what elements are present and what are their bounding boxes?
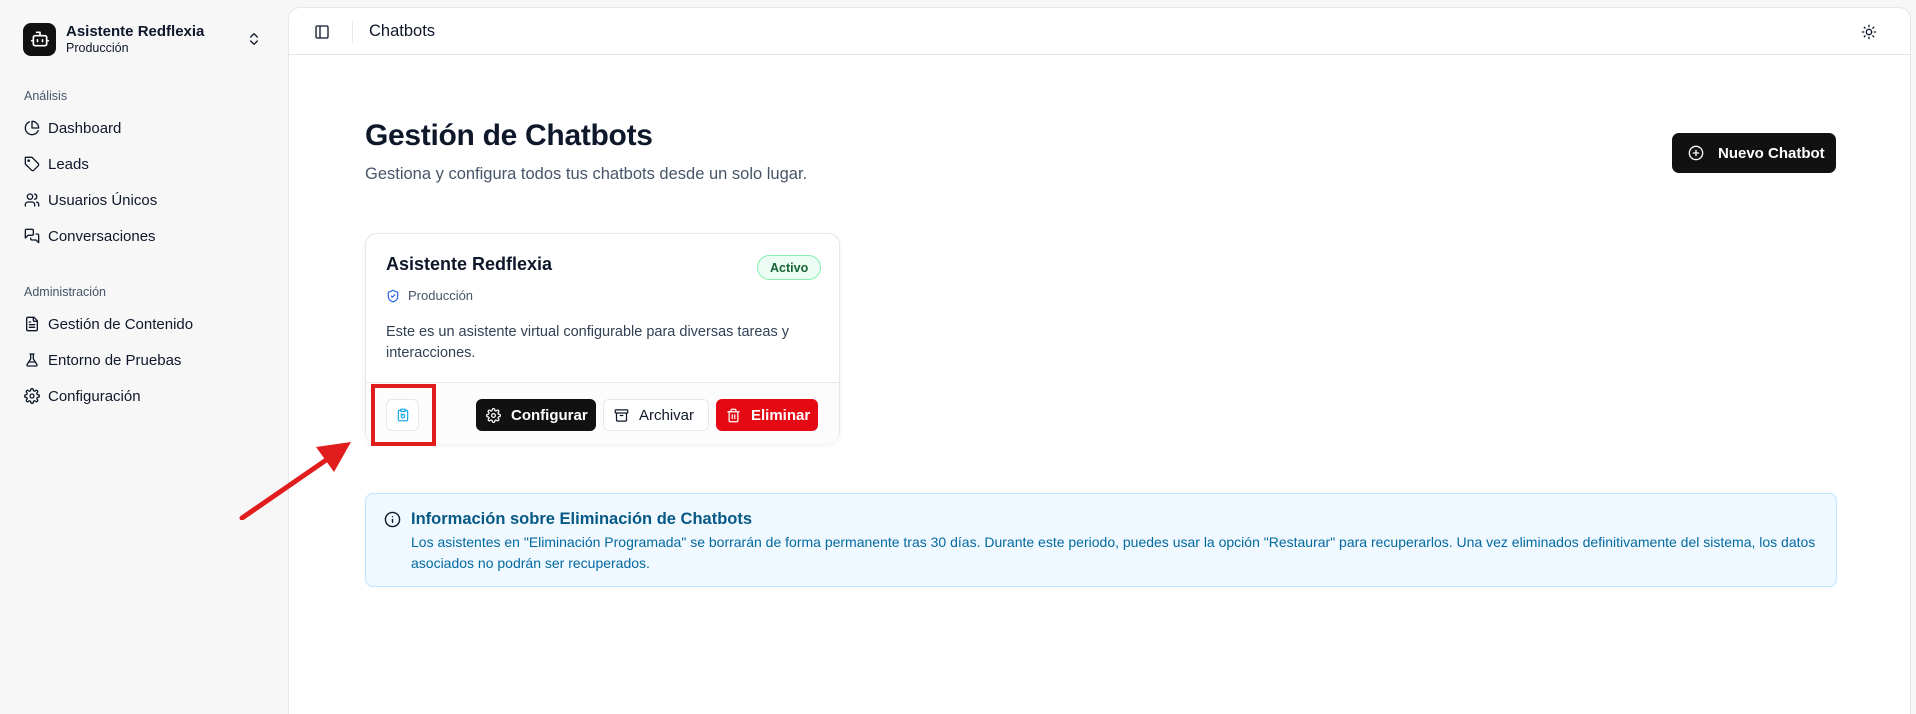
page-title: Gestión de Chatbots: [365, 119, 653, 152]
sidebar-item-label: Leads: [48, 155, 89, 173]
sidebar-item-usuarios[interactable]: Usuarios Únicos: [16, 184, 272, 216]
page-subtitle: Gestiona y configura todos tus chatbots …: [365, 165, 808, 183]
configure-label: Configurar: [511, 406, 588, 424]
chatbot-card: Asistente Redflexia Activo Producción Es…: [365, 233, 840, 446]
sidebar-item-conversaciones[interactable]: Conversaciones: [16, 220, 272, 252]
plus-circle-icon: [1688, 145, 1704, 161]
sidebar-item-pruebas[interactable]: Entorno de Pruebas: [16, 344, 272, 376]
sidebar-item-label: Configuración: [48, 387, 141, 405]
sidebar: Asistente Redflexia Producción Análisis …: [0, 0, 288, 714]
main-panel: Chatbots Gestión de Chatbots Gestiona y …: [288, 7, 1911, 714]
chatbot-description: Este es un asistente virtual configurabl…: [386, 324, 789, 361]
restore-button[interactable]: [386, 399, 419, 431]
workspace-env: Producción: [66, 40, 129, 55]
delete-button[interactable]: Eliminar: [716, 399, 818, 431]
topbar-divider: [352, 21, 353, 43]
deletion-info-alert: Información sobre Eliminación de Chatbot…: [365, 493, 1837, 587]
trash-icon: [726, 408, 741, 423]
sidebar-item-label: Conversaciones: [48, 227, 156, 245]
messages-icon: [24, 228, 40, 244]
archive-icon: [614, 408, 629, 423]
card-actions: Configurar Archivar Eliminar: [366, 382, 839, 446]
new-chatbot-button[interactable]: Nuevo Chatbot: [1672, 133, 1836, 173]
sidebar-item-label: Gestión de Contenido: [48, 315, 194, 333]
flask-icon: [24, 352, 40, 368]
info-title: Información sobre Eliminación de Chatbot…: [411, 510, 753, 528]
sidebar-item-label: Dashboard: [48, 119, 122, 137]
clipboard-restore-icon: [396, 408, 410, 422]
sidebar-item-label: Usuarios Únicos: [48, 191, 158, 209]
workspace-name: Asistente Redflexia: [66, 22, 205, 40]
new-chatbot-label: Nuevo Chatbot: [1718, 144, 1825, 162]
gear-icon: [486, 407, 501, 423]
bot-icon: [23, 22, 56, 56]
chatbot-name: Asistente Redflexia: [386, 254, 553, 274]
configure-button[interactable]: Configurar: [476, 399, 596, 431]
delete-label: Eliminar: [751, 406, 811, 424]
archive-label: Archivar: [639, 406, 695, 424]
sidebar-item-contenido[interactable]: Gestión de Contenido: [16, 308, 272, 340]
pie-chart-icon: [24, 120, 40, 136]
status-badge: Activo: [757, 255, 822, 280]
users-icon: [24, 192, 40, 208]
chatbot-env: Producción: [408, 288, 474, 303]
nav-group-analisis: Análisis: [24, 89, 68, 103]
sidebar-item-dashboard[interactable]: Dashboard: [16, 112, 272, 144]
shield-check-icon: [386, 289, 400, 303]
panel-left-icon[interactable]: [311, 21, 333, 43]
nav-group-administracion: Administración: [24, 285, 106, 299]
chevrons-up-down-icon: [246, 31, 262, 47]
info-icon: [384, 511, 401, 528]
gear-icon: [24, 388, 40, 404]
archive-button[interactable]: Archivar: [603, 399, 709, 431]
file-text-icon: [24, 316, 40, 332]
sun-icon[interactable]: [1858, 21, 1880, 43]
environment-row: Producción: [386, 288, 473, 303]
breadcrumb-title: Chatbots: [369, 22, 436, 40]
sidebar-item-leads[interactable]: Leads: [16, 148, 272, 180]
sidebar-item-label: Entorno de Pruebas: [48, 351, 182, 369]
sidebar-item-configuracion[interactable]: Configuración: [16, 380, 272, 412]
topbar: Chatbots: [289, 8, 1910, 55]
tag-icon: [24, 156, 40, 172]
workspace-switcher[interactable]: Asistente Redflexia Producción: [14, 14, 270, 64]
info-text: Los asistentes en "Eliminación Programad…: [411, 534, 1816, 571]
